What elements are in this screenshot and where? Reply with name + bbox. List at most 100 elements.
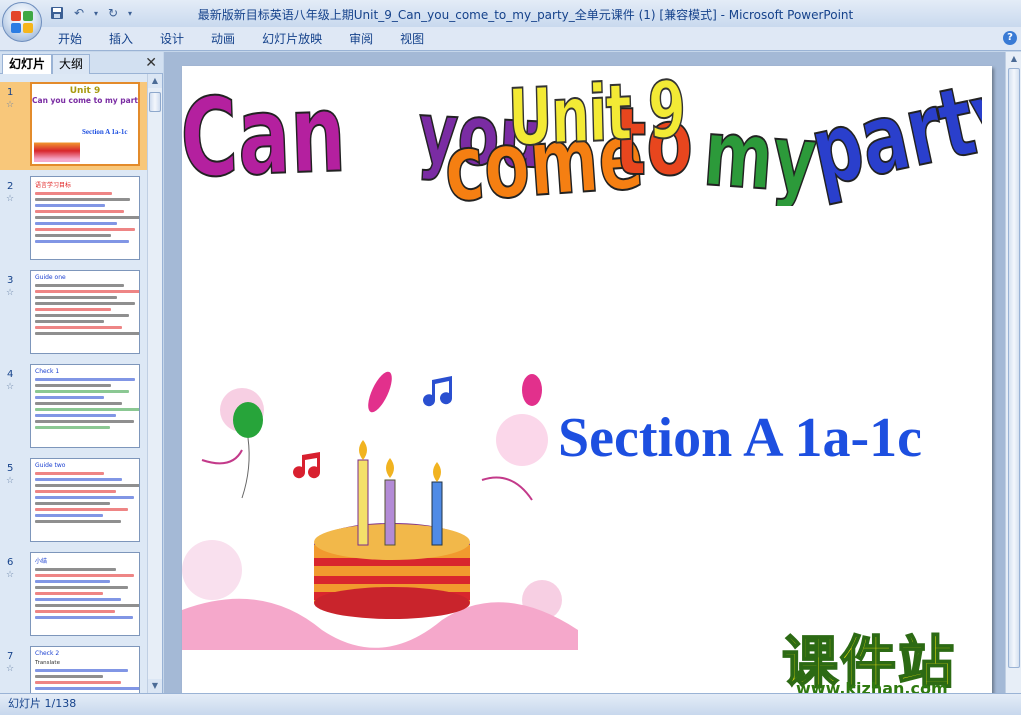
scroll-up-icon[interactable]: ▲	[148, 74, 162, 88]
window-controls	[991, 0, 1021, 20]
thumbnail-number: 4	[7, 369, 14, 380]
thumbnail-preview: Unit 9 Can you come to my party? Section A…	[30, 82, 140, 166]
animation-star-icon: ☆	[6, 476, 15, 486]
title-word-5: party?	[801, 66, 982, 206]
thumbnail-number: 2	[7, 181, 14, 192]
thumb-section: Section A 1a-1c	[82, 128, 128, 136]
thumb-text-line	[35, 604, 139, 607]
ribbon-tab-4[interactable]: 幻灯片放映	[251, 29, 333, 49]
thumb-text-line	[35, 234, 111, 237]
slide-thumbnail[interactable]: 2 ☆ 语言学习目标	[0, 176, 147, 264]
slide-thumbnails: 1 ☆ Unit 9 Can you come to my party? Section…	[0, 74, 147, 693]
help-icon[interactable]: ?	[1003, 31, 1017, 45]
ribbon-tab-1[interactable]: 插入	[98, 29, 144, 49]
thumb-text-line	[35, 222, 118, 225]
thumb-heading: Check 1	[35, 368, 60, 375]
thumb-text-line	[35, 290, 139, 293]
panel-scrollbar[interactable]: ▲ ▼	[147, 74, 162, 693]
title-word-4: my	[700, 99, 819, 206]
thumb-cake	[34, 134, 80, 162]
ribbon-tab-3[interactable]: 动画	[200, 29, 246, 49]
thumbnail-number: 1	[7, 87, 14, 98]
thumb-heading: Guide one	[35, 274, 66, 281]
office-button[interactable]	[2, 2, 42, 42]
thumb-text-line	[35, 302, 136, 305]
thumb-text-line	[35, 502, 110, 505]
slide-thumbnail[interactable]: 7 ☆ Check 2 Translate	[0, 646, 147, 693]
thumb-text-line	[35, 592, 104, 595]
save-icon[interactable]	[48, 4, 66, 22]
thumb-text-line	[35, 669, 128, 672]
slide-scrollbar[interactable]: ▲	[1005, 52, 1021, 693]
slide-thumbnail[interactable]: 1 ☆ Unit 9 Can you come to my party? Section…	[0, 82, 147, 170]
thumb-text-line	[35, 598, 122, 601]
thumb-text-line	[35, 414, 116, 417]
thumb-text-line	[35, 574, 135, 577]
tab-outline[interactable]: 大纲	[52, 54, 91, 74]
slide-editing-area: Unit 9 Can you come to my party? Section…	[164, 52, 1021, 701]
window-title: 最新版新目标英语八年级上期Unit_9_Can_you_come_to_my_p…	[197, 8, 854, 22]
thumb-text-line	[35, 508, 128, 511]
thumb-text-line	[35, 384, 111, 387]
thumb-line-text: Translate	[35, 660, 60, 666]
close-icon[interactable]: ✕	[145, 55, 157, 71]
thumb-text-line	[35, 216, 139, 219]
minimize-icon[interactable]	[991, 0, 1021, 20]
animation-star-icon: ☆	[6, 664, 15, 674]
scroll-up-icon[interactable]: ▲	[1007, 52, 1021, 66]
scroll-thumb[interactable]	[1008, 68, 1020, 668]
thumb-text-line	[35, 192, 112, 195]
scroll-thumb[interactable]	[149, 92, 161, 112]
watermark-logo: 课件站 www.kjzhan.com	[781, 618, 992, 698]
thumb-heading: 小结	[35, 558, 48, 565]
animation-star-icon: ☆	[6, 382, 15, 392]
thumbnail-number: 6	[7, 557, 14, 568]
thumb-text-line	[35, 314, 129, 317]
thumb-text-line	[35, 568, 116, 571]
slide-section-label[interactable]: Section A 1a-1c	[558, 406, 922, 470]
animation-star-icon: ☆	[6, 100, 15, 110]
birthday-cake-illustration[interactable]	[182, 370, 578, 650]
scroll-down-icon[interactable]: ▼	[148, 679, 162, 693]
thumb-heading: Check 2	[35, 650, 60, 657]
slide-thumbnail[interactable]: 3 ☆ Guide one	[0, 270, 147, 358]
ribbon-tab-2[interactable]: 设计	[149, 29, 195, 49]
thumb-text-line	[35, 616, 134, 619]
ribbon-tab-5[interactable]: 审阅	[338, 29, 384, 49]
tab-slides[interactable]: 幻灯片	[2, 54, 53, 74]
thumb-text-line	[35, 240, 129, 243]
ribbon-tab-6[interactable]: 视图	[389, 29, 435, 49]
thumb-text-line	[35, 490, 116, 493]
slide-thumbnail[interactable]: 4 ☆ Check 1	[0, 364, 147, 452]
animation-star-icon: ☆	[6, 288, 15, 298]
thumbnail-preview: Check 1	[30, 364, 140, 448]
dropdown-arrow-icon[interactable]: ▾	[92, 4, 100, 22]
thumb-text-line	[35, 586, 128, 589]
thumbnail-preview: Check 2 Translate	[30, 646, 140, 693]
thumb-text-line	[35, 675, 104, 678]
ribbon-tabs: 开始 插入 设计 动画 幻灯片放映 审阅 视图	[0, 27, 1021, 51]
thumb-text-line	[35, 296, 118, 299]
thumb-text-line	[35, 420, 135, 423]
thumbnail-preview: Guide one	[30, 270, 140, 354]
thumb-heading: 语言学习目标	[35, 182, 72, 189]
thumb-text-line	[35, 284, 124, 287]
thumb-text-line	[35, 378, 136, 381]
slide-thumbnail[interactable]: 5 ☆ Guide two	[0, 458, 147, 546]
redo-icon[interactable]: ↻	[104, 4, 122, 22]
slide-unit-title[interactable]: Unit 9	[506, 66, 686, 165]
thumb-text-line	[35, 228, 136, 231]
office-logo-icon	[11, 11, 33, 33]
thumb-text-line	[35, 326, 123, 329]
panel-tabs: 幻灯片 大纲 ✕	[0, 52, 163, 74]
title-word-0: Can	[182, 72, 348, 203]
slide-thumbnail[interactable]: 6 ☆ 小结	[0, 552, 147, 640]
undo-icon[interactable]: ↶	[70, 4, 88, 22]
thumb-text-line	[35, 210, 124, 213]
slide-canvas[interactable]: Unit 9 Can you come to my party? Section…	[182, 66, 992, 701]
thumbnail-preview: Guide two	[30, 458, 140, 542]
thumbnail-number: 3	[7, 275, 14, 286]
customize-qat-icon[interactable]: ▾	[126, 4, 134, 22]
ribbon-tab-0[interactable]: 开始	[47, 29, 93, 49]
thumb-text-line	[35, 332, 139, 335]
